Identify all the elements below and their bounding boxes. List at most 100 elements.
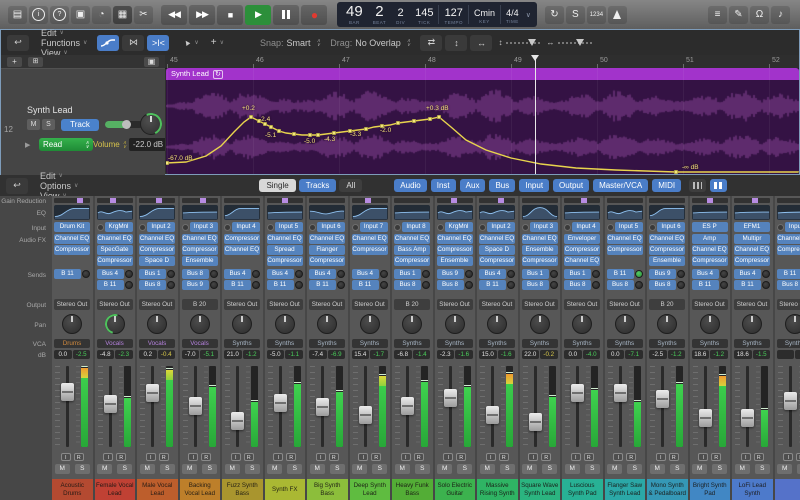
record-enable-button[interactable]: R [74,453,84,461]
eq-thumbnail[interactable] [607,205,643,220]
output-slot[interactable]: Stereo Out [139,299,175,310]
record-enable-button[interactable]: R [286,453,296,461]
channel-name[interactable]: Big Synth Bass [307,479,348,500]
input-monitor-icon[interactable] [97,224,104,231]
send-knob[interactable] [252,281,260,289]
browsers-icon[interactable]: ♪ [771,6,790,24]
filter-output[interactable]: Output [553,179,589,192]
send-knob[interactable] [677,270,685,278]
pan-knob[interactable] [445,314,465,334]
fader-handle[interactable] [61,383,74,401]
fader-value[interactable]: -7.4 [309,350,327,359]
note-pads-icon[interactable]: ✎ [729,6,748,24]
track-name[interactable]: Synth Lead [27,105,73,115]
solo-button[interactable]: S [287,464,302,474]
metronome-icon[interactable] [608,6,627,24]
channel-name[interactable]: Male Vocal Lead [137,479,178,500]
input-monitoring-button[interactable]: I [528,453,538,461]
toolbar-icon[interactable]: ▣ [71,6,90,24]
fx-slot[interactable]: Channel EQ [54,234,90,244]
mute-button[interactable]: M [97,464,112,474]
record-enable-button[interactable]: R [541,453,551,461]
back-arrow-icon[interactable]: ↩ [6,178,28,194]
send-slot[interactable]: Bus 1 [394,269,421,279]
send-knob[interactable] [380,281,388,289]
fx-slot[interactable]: Compressor [479,256,515,266]
list-editors-icon[interactable]: ≡ [708,6,727,24]
mute-button[interactable]: M [480,464,495,474]
send-knob[interactable] [337,281,345,289]
track-pan-knob[interactable] [140,113,162,135]
record-enable-button[interactable]: R [201,453,211,461]
filter-midi[interactable]: MIDI [652,179,681,192]
pan-knob[interactable] [487,314,507,334]
automation-mode-menu[interactable]: Read∧∨ [39,138,93,151]
filter-aux[interactable]: Aux [460,179,486,192]
rewind-button[interactable]: ◀◀ [161,5,187,25]
channel-name[interactable]: Luscious Synth Pad [562,479,603,500]
fx-slot[interactable]: Channel EQ [182,234,218,244]
record-enable-button[interactable]: R [116,453,126,461]
fader-handle[interactable] [656,390,669,408]
fader-handle[interactable] [401,397,414,415]
track-header[interactable]: 12 Synth Lead M S Track ▶ Read∧∨ Volume∧… [1,68,165,175]
send-knob[interactable] [167,281,175,289]
input-monitoring-button[interactable]: I [656,453,666,461]
automation-value[interactable]: -22.0 dB [129,138,167,151]
lcd-tempo[interactable]: 127TEMPO [439,2,468,27]
pan-knob[interactable] [700,314,720,334]
back-arrow-icon[interactable]: ↩ [7,35,29,51]
eq-thumbnail[interactable] [777,205,800,220]
input-slot[interactable]: Input 8 [402,222,430,232]
mute-button[interactable]: M [565,464,580,474]
fader-handle[interactable] [614,384,627,402]
fader-value[interactable]: 0.0 [54,350,72,359]
apple-loops-icon[interactable]: Ω [750,6,769,24]
eq-thumbnail[interactable] [692,205,728,220]
input-monitor-icon[interactable] [479,224,486,231]
lcd-beat[interactable]: 2BEAT [368,2,391,27]
send-knob[interactable] [677,281,685,289]
filter-input[interactable]: Input [519,179,549,192]
input-monitor-icon[interactable] [352,224,359,231]
vca-slot[interactable]: Synths [692,339,728,348]
record-enable-button[interactable]: R [244,453,254,461]
fx-slot[interactable]: Bass Amp [394,245,430,255]
send-knob[interactable] [125,270,133,278]
eq-thumbnail[interactable] [139,205,175,220]
fx-slot[interactable]: Channel EQ [607,234,643,244]
track-volume-slider[interactable] [105,121,143,128]
mute-button[interactable]: M [522,464,537,474]
flex-icon[interactable]: ⋈ [122,35,144,51]
input-monitor-icon[interactable] [607,224,614,231]
solo-button[interactable]: S [457,464,472,474]
send-slot[interactable]: B 11 [777,269,800,279]
channel-name[interactable]: Massive Rising Synth [477,479,518,500]
input-monitor-icon[interactable] [437,224,444,231]
pan-knob[interactable] [530,314,550,334]
channel-name[interactable] [775,479,800,500]
pan-knob[interactable] [62,314,82,334]
send-slot[interactable]: Bus 1 [522,269,549,279]
send-slot[interactable]: Bus 8 [182,269,209,279]
output-slot[interactable]: B 20 [394,299,430,310]
peak-value[interactable]: -1.2 [710,350,728,359]
send-knob[interactable] [465,270,473,278]
fader-value[interactable]: -6.8 [394,350,412,359]
fader-handle[interactable] [316,398,329,416]
tracks-menu-edit[interactable]: Edit∨ [41,28,87,38]
input-slot[interactable]: Input 5 [615,222,643,232]
channel-name[interactable]: Mono Synth & Pedalboard [647,479,688,500]
fader-handle[interactable] [274,394,287,412]
channel-name[interactable]: Heavy Funk Bass [392,479,433,500]
mixer-icon[interactable]: ▦ [113,6,132,24]
eq-thumbnail[interactable] [479,205,515,220]
peak-value[interactable]: -2.3 [115,350,133,359]
narrow-channel-view-icon[interactable] [689,179,706,192]
fader-value[interactable]: 0.0 [607,350,625,359]
send-slot[interactable]: Bus 8 [564,280,591,290]
fader-value[interactable]: 18.6 [734,350,752,359]
vca-slot[interactable]: Vocals [97,339,133,348]
send-slot[interactable]: Bus 8 [394,280,421,290]
inspector-icon[interactable]: i [29,6,48,24]
